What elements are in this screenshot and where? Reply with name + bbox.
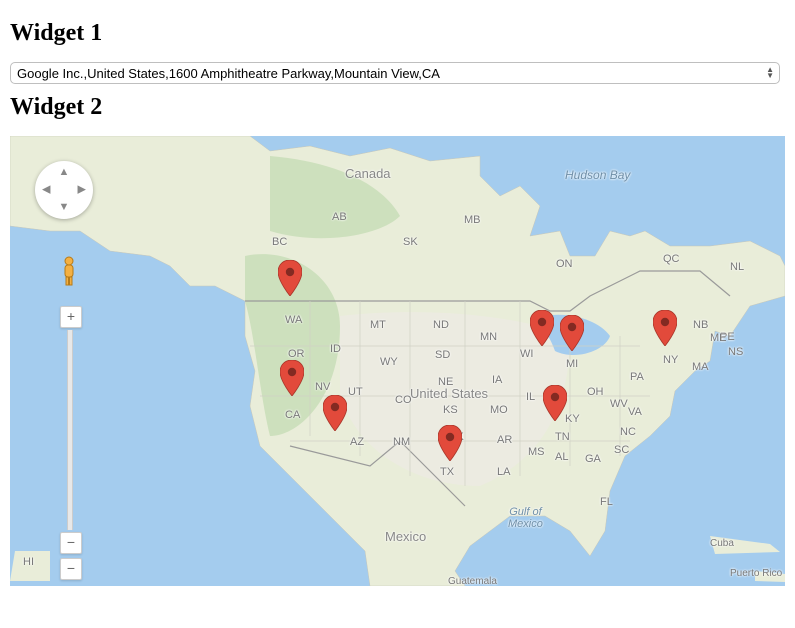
label-KS: KS bbox=[443, 404, 458, 416]
label-mexico: Mexico bbox=[385, 529, 426, 544]
label-SC: SC bbox=[614, 444, 629, 456]
label-OR: OR bbox=[288, 348, 305, 360]
label-VA: VA bbox=[628, 406, 642, 418]
map-marker-arizona[interactable] bbox=[323, 395, 347, 431]
label-SD: SD bbox=[435, 349, 450, 361]
label-GA: GA bbox=[585, 453, 601, 465]
label-AB: AB bbox=[332, 211, 347, 223]
label-MT: MT bbox=[370, 319, 386, 331]
label-hudson-bay: Hudson Bay bbox=[565, 168, 630, 182]
zoom-slider[interactable] bbox=[67, 330, 73, 530]
label-ND: ND bbox=[433, 319, 449, 331]
label-cuba: Cuba bbox=[710, 538, 734, 549]
label-OH: OH bbox=[587, 386, 604, 398]
label-NB: NB bbox=[693, 319, 708, 331]
label-UT: UT bbox=[348, 386, 363, 398]
widget1-heading: Widget 1 bbox=[10, 20, 785, 47]
map[interactable]: Canada United States Mexico Cuba Guatema… bbox=[10, 136, 785, 586]
map-marker-california[interactable] bbox=[280, 360, 304, 396]
label-TX: TX bbox=[440, 466, 454, 478]
map-marker-newyork[interactable] bbox=[653, 310, 677, 346]
zoom-out2-button[interactable]: − bbox=[60, 558, 82, 580]
location-select[interactable]: Google Inc.,United States,1600 Amphithea… bbox=[10, 62, 780, 84]
map-marker-wisconsin[interactable] bbox=[530, 310, 554, 346]
label-MA: MA bbox=[692, 361, 709, 373]
label-NE: NE bbox=[438, 376, 453, 388]
label-BC: BC bbox=[272, 236, 287, 248]
label-NV: NV bbox=[315, 381, 330, 393]
pan-left-icon[interactable]: ◀ bbox=[42, 185, 50, 196]
map-marker-michigan[interactable] bbox=[560, 315, 584, 351]
label-MI: MI bbox=[566, 358, 578, 370]
label-WA: WA bbox=[285, 314, 302, 326]
label-WY: WY bbox=[380, 356, 398, 368]
label-CO: CO bbox=[395, 394, 412, 406]
label-AL: AL bbox=[555, 451, 568, 463]
label-NC: NC bbox=[620, 426, 636, 438]
label-FL: FL bbox=[600, 496, 613, 508]
label-puerto-rico: Puerto Rico bbox=[730, 568, 782, 579]
zoom-in-button[interactable]: + bbox=[60, 306, 82, 328]
label-SK: SK bbox=[403, 236, 418, 248]
label-QC: QC bbox=[663, 253, 680, 265]
label-us: United States bbox=[410, 386, 488, 401]
label-NS: NS bbox=[728, 346, 743, 358]
label-MS: MS bbox=[528, 446, 545, 458]
label-IA: IA bbox=[492, 374, 502, 386]
label-gulf-mexico: Gulf of Mexico bbox=[508, 506, 543, 530]
label-canada: Canada bbox=[345, 166, 391, 181]
label-IL: IL bbox=[526, 391, 535, 403]
pan-right-icon[interactable]: ▶ bbox=[78, 185, 86, 196]
label-PA: PA bbox=[630, 371, 644, 383]
label-MB: MB bbox=[464, 214, 481, 226]
label-WV: WV bbox=[610, 398, 628, 410]
label-AZ: AZ bbox=[350, 436, 364, 448]
label-NY: NY bbox=[663, 354, 678, 366]
map-marker-tennessee[interactable] bbox=[543, 385, 567, 421]
label-guatemala: Guatemala bbox=[448, 576, 497, 586]
label-TN: TN bbox=[555, 431, 570, 443]
label-WI: WI bbox=[520, 348, 533, 360]
label-NM: NM bbox=[393, 436, 410, 448]
zoom-control[interactable]: + − − bbox=[60, 306, 80, 580]
pegman-icon[interactable] bbox=[58, 256, 80, 286]
pan-control[interactable]: ▲ ▼ ◀ ▶ bbox=[35, 161, 93, 219]
map-marker-seattle[interactable] bbox=[278, 260, 302, 296]
widget2-heading: Widget 2 bbox=[10, 94, 785, 121]
location-select-wrap[interactable]: Google Inc.,United States,1600 Amphithea… bbox=[10, 62, 780, 84]
label-HI: HI bbox=[23, 556, 34, 568]
zoom-out-button[interactable]: − bbox=[60, 532, 82, 554]
pan-down-icon[interactable]: ▼ bbox=[59, 202, 70, 213]
label-MN: MN bbox=[480, 331, 497, 343]
label-MO: MO bbox=[490, 404, 508, 416]
label-ID: ID bbox=[330, 343, 341, 355]
pan-up-icon[interactable]: ▲ bbox=[59, 167, 70, 178]
label-ON: ON bbox=[556, 258, 573, 270]
label-AR: AR bbox=[497, 434, 512, 446]
label-CA: CA bbox=[285, 409, 300, 421]
map-marker-texas[interactable] bbox=[438, 425, 462, 461]
label-ME: ME bbox=[710, 332, 727, 344]
label-LA: LA bbox=[497, 466, 510, 478]
label-KY: KY bbox=[565, 413, 580, 425]
label-NL: NL bbox=[730, 261, 744, 273]
